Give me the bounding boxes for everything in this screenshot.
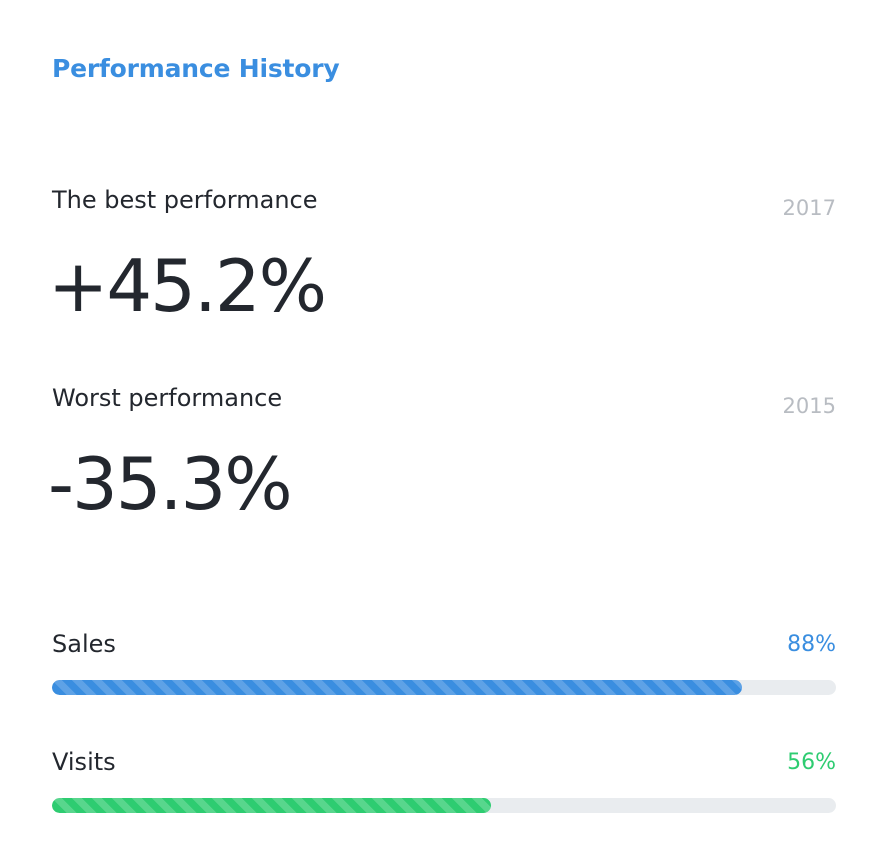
best-performance-year: 2017 bbox=[782, 196, 836, 220]
worst-performance-value: -35.3% bbox=[48, 442, 293, 526]
sales-label: Sales bbox=[52, 630, 116, 658]
visits-progress-track bbox=[52, 798, 836, 813]
sales-percent: 88% bbox=[787, 632, 836, 657]
best-performance-value: +45.2% bbox=[48, 244, 327, 328]
visits-percent: 56% bbox=[787, 750, 836, 775]
worst-performance-year: 2015 bbox=[782, 394, 836, 418]
visits-label: Visits bbox=[52, 748, 116, 776]
visits-progress-fill bbox=[52, 798, 492, 813]
performance-history-card: Performance History The best performance… bbox=[0, 0, 884, 866]
best-performance-label: The best performance bbox=[52, 186, 318, 214]
sales-progress-track bbox=[52, 680, 836, 695]
card-title: Performance History bbox=[52, 54, 340, 83]
sales-progress-fill bbox=[52, 680, 742, 695]
worst-performance-label: Worst performance bbox=[52, 384, 283, 412]
